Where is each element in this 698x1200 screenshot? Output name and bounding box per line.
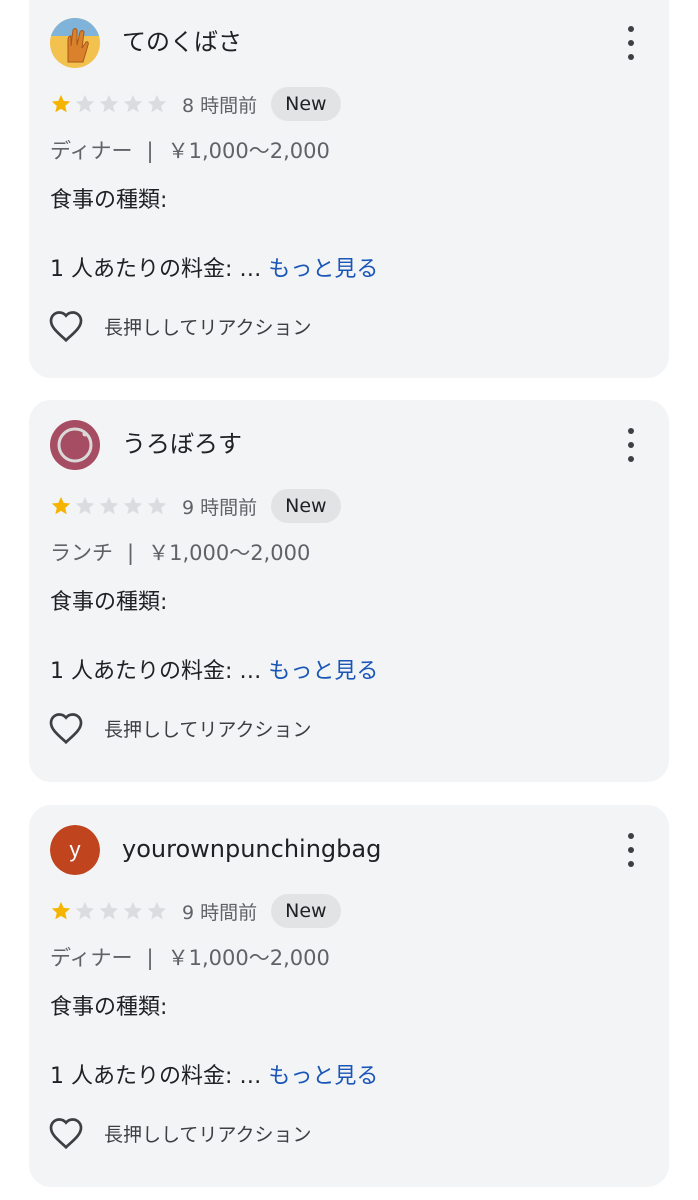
price-range: ￥1,000〜2,000 xyxy=(167,946,330,970)
reviewer-name[interactable]: てのくばさ xyxy=(122,27,242,57)
new-badge: New xyxy=(271,87,341,121)
new-badge: New xyxy=(271,489,341,523)
heart-outline-icon xyxy=(49,1118,83,1150)
meta-separator: | xyxy=(146,946,154,970)
avatar[interactable]: y xyxy=(50,825,100,875)
review-card: てのくばさ 8 時間前 New ディナー | ￥1,000〜2,000 食事の種類:… xyxy=(29,0,669,378)
meta-separator: | xyxy=(127,541,135,565)
star-filled-icon xyxy=(51,496,71,515)
reaction-button[interactable]: 長押ししてリアクション xyxy=(48,1116,311,1150)
price-range: ￥1,000〜2,000 xyxy=(167,139,330,163)
star-empty-icon xyxy=(75,496,95,515)
rating-row: 9 時間前 New xyxy=(50,894,341,928)
more-vert-icon-dot xyxy=(628,40,634,46)
more-vert-icon xyxy=(628,428,634,434)
more-options-button[interactable] xyxy=(623,428,639,462)
more-link[interactable]: もっと見る xyxy=(268,257,378,282)
price-per-person: 1 人あたりの料金: … もっと見る xyxy=(50,653,378,685)
price-per-person-label: 1 人あたりの料金: … xyxy=(50,1064,262,1089)
review-card: y yourownpunchingbag 9 時間前 New ディナー | ￥1,0… xyxy=(29,805,669,1187)
food-type-label: 食事の種類: xyxy=(50,188,168,213)
avatar[interactable] xyxy=(50,18,100,68)
price-per-person-label: 1 人あたりの料金: … xyxy=(50,257,262,282)
reaction-label: 長押ししてリアクション xyxy=(104,1123,312,1146)
meta-separator: | xyxy=(146,139,154,163)
star-empty-icon xyxy=(123,94,143,113)
more-vert-icon-dot xyxy=(628,442,634,448)
star-empty-icon xyxy=(99,496,119,515)
price-range: ￥1,000〜2,000 xyxy=(148,541,311,565)
star-rating xyxy=(50,93,168,115)
avatar-letter: y xyxy=(50,825,100,875)
meal-type: ランチ xyxy=(50,541,113,565)
star-empty-icon xyxy=(75,94,95,113)
more-options-button[interactable] xyxy=(623,26,639,60)
meal-type: ディナー xyxy=(50,139,133,163)
star-empty-icon xyxy=(123,901,143,920)
reaction-label: 長押ししてリアクション xyxy=(104,718,312,741)
more-link[interactable]: もっと見る xyxy=(268,1064,378,1089)
rating-row: 8 時間前 New xyxy=(50,87,341,121)
more-vert-icon-dot xyxy=(628,861,634,867)
reviewer-name[interactable]: うろぼろす xyxy=(122,429,242,459)
star-rating xyxy=(50,900,168,922)
star-empty-icon xyxy=(147,94,167,113)
avatar-image xyxy=(50,420,100,470)
avatar-image xyxy=(50,18,100,68)
star-empty-icon xyxy=(99,94,119,113)
more-vert-icon xyxy=(628,833,634,839)
reviewer-name[interactable]: yourownpunchingbag xyxy=(122,834,381,864)
review-time: 9 時間前 xyxy=(182,496,258,519)
more-vert-icon-dot xyxy=(628,847,634,853)
star-rating xyxy=(50,495,168,517)
star-empty-icon xyxy=(147,496,167,515)
visit-meta: ランチ | ￥1,000〜2,000 xyxy=(50,537,310,567)
star-filled-icon xyxy=(51,901,71,920)
review-time: 8 時間前 xyxy=(182,94,258,117)
rating-row: 9 時間前 New xyxy=(50,489,341,523)
more-vert-icon-dot xyxy=(628,54,634,60)
star-filled-icon xyxy=(51,94,71,113)
star-empty-icon xyxy=(99,901,119,920)
reaction-button[interactable]: 長押ししてリアクション xyxy=(48,711,311,745)
reaction-button[interactable]: 長押ししてリアクション xyxy=(48,309,311,343)
more-options-button[interactable] xyxy=(623,833,639,867)
avatar-initial: y xyxy=(70,837,81,862)
review-card: うろぼろす 9 時間前 New ランチ | ￥1,000〜2,000 食事の種類: … xyxy=(29,400,669,782)
more-vert-icon xyxy=(628,26,634,32)
star-empty-icon xyxy=(147,901,167,920)
heart-outline-icon xyxy=(49,713,83,745)
star-empty-icon xyxy=(123,496,143,515)
heart-outline-icon xyxy=(49,311,83,343)
star-empty-icon xyxy=(75,901,95,920)
food-type-label: 食事の種類: xyxy=(50,995,168,1020)
visit-meta: ディナー | ￥1,000〜2,000 xyxy=(50,135,330,165)
avatar[interactable] xyxy=(50,420,100,470)
more-vert-icon-dot xyxy=(628,456,634,462)
price-per-person: 1 人あたりの料金: … もっと見る xyxy=(50,251,378,283)
reaction-label: 長押ししてリアクション xyxy=(104,316,312,339)
price-per-person-label: 1 人あたりの料金: … xyxy=(50,659,262,684)
more-link[interactable]: もっと見る xyxy=(268,659,378,684)
new-badge: New xyxy=(271,894,341,928)
price-per-person: 1 人あたりの料金: … もっと見る xyxy=(50,1058,378,1090)
food-type-label: 食事の種類: xyxy=(50,590,168,615)
review-time: 9 時間前 xyxy=(182,901,258,924)
meal-type: ディナー xyxy=(50,946,133,970)
visit-meta: ディナー | ￥1,000〜2,000 xyxy=(50,942,330,972)
